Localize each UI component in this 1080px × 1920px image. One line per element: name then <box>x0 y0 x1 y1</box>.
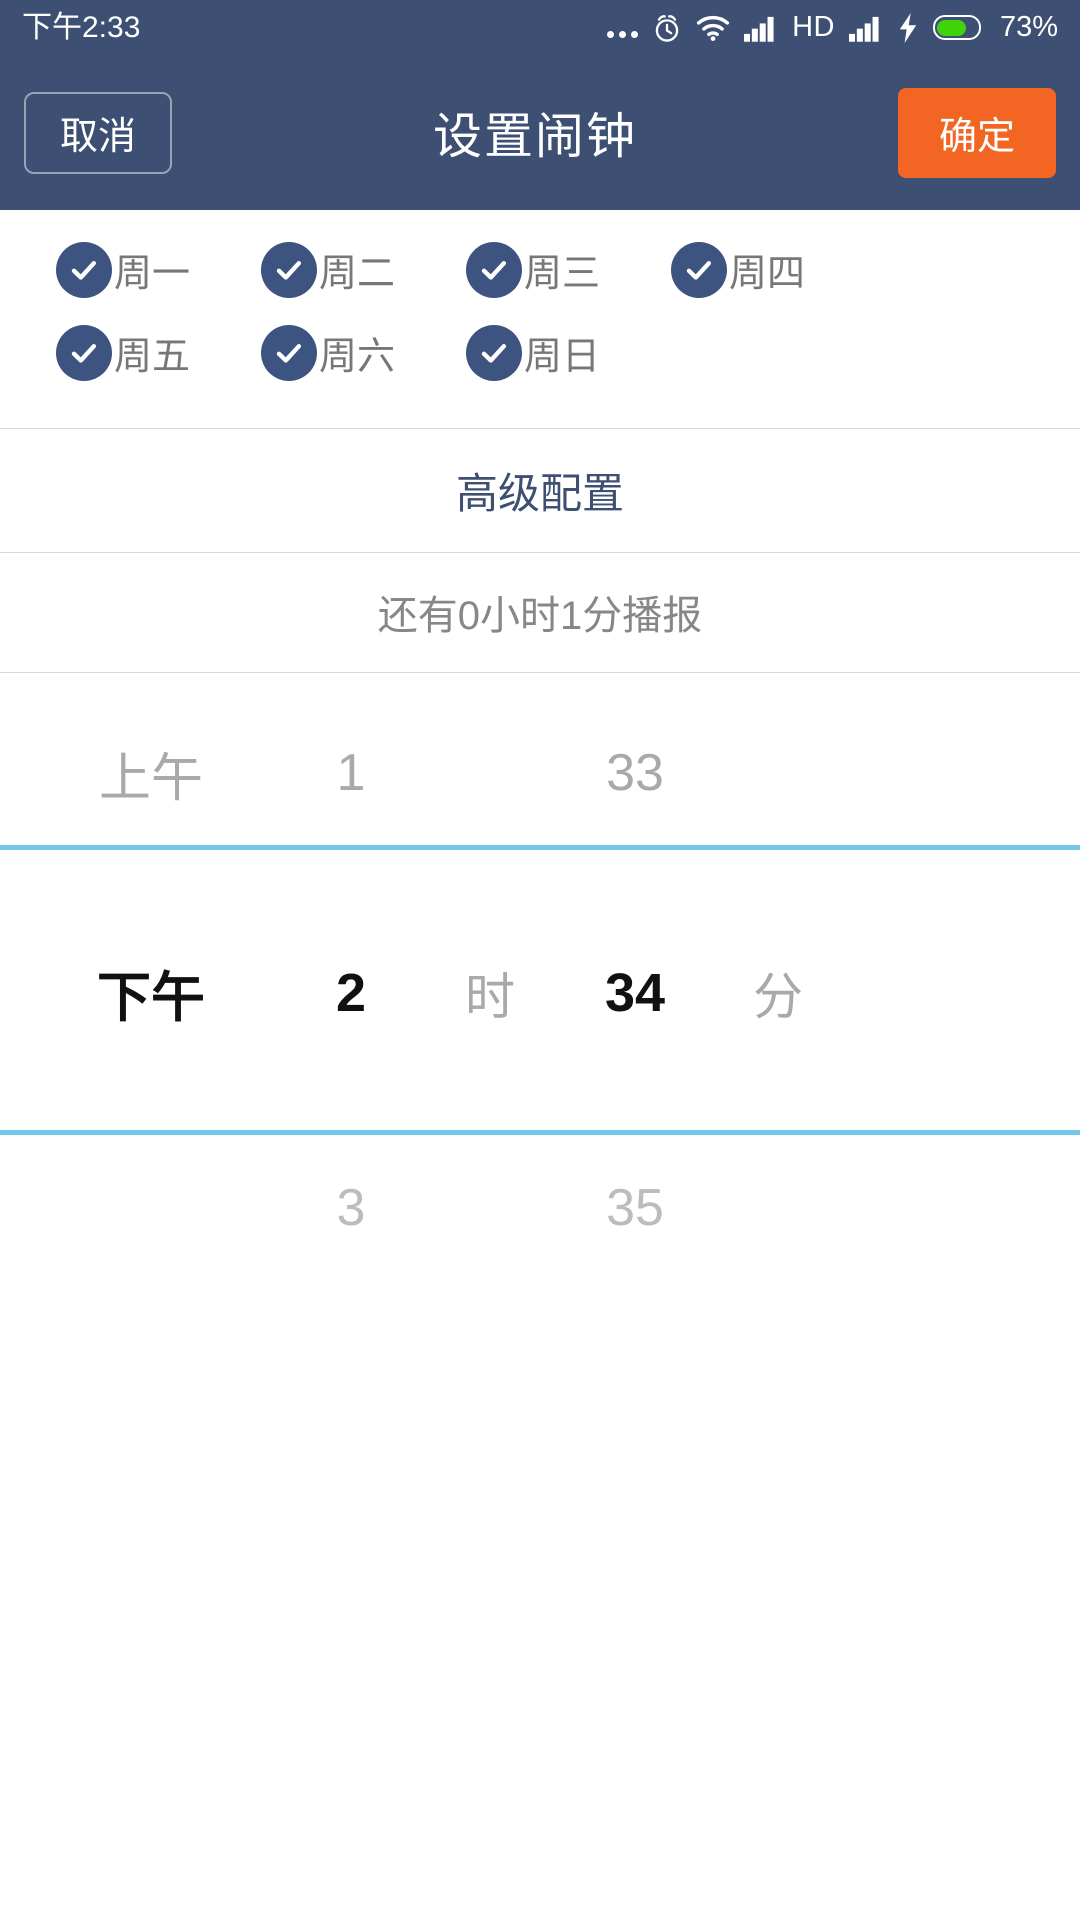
hd-icon: HD <box>792 11 835 43</box>
signal-bars-icon <box>744 14 778 42</box>
time-picker[interactable]: 上午 1 33 下午 2 时 34 分 3 35 <box>0 672 1080 1302</box>
weekday-row: 周五 周六 周日 <box>0 311 1080 394</box>
picker-minute-unit-label: 分 <box>753 968 803 1025</box>
alarm-clock-icon <box>652 12 682 44</box>
confirm-button[interactable]: 确定 <box>898 87 1056 178</box>
weekday-item-sunday[interactable]: 周日 <box>410 324 615 381</box>
weekday-label: 周日 <box>524 336 601 378</box>
signal-bars-icon <box>848 14 883 42</box>
weekday-item-monday[interactable]: 周一 <box>0 241 205 298</box>
picker-minute-selected[interactable]: 34 <box>560 962 710 1024</box>
weekday-label: 周三 <box>524 253 601 295</box>
weekday-label: 周四 <box>729 253 806 295</box>
picker-hour-selected[interactable]: 2 <box>276 962 426 1024</box>
picker-ampm-above[interactable]: 上午 <box>46 736 256 811</box>
weekday-item-saturday[interactable]: 周六 <box>205 324 410 381</box>
picker-row-selected[interactable]: 下午 2 时 34 分 <box>0 850 1080 1135</box>
status-bar: 下午2:33 HD 73% <box>0 0 1080 55</box>
page-title: 设置闹钟 <box>432 110 637 164</box>
weekday-item-friday[interactable]: 周五 <box>0 324 205 381</box>
weekday-item-thursday[interactable]: 周四 <box>615 241 820 298</box>
weekday-label: 周一 <box>114 253 191 295</box>
picker-hour-unit-label: 时 <box>465 968 515 1025</box>
picker-hour-above[interactable]: 1 <box>276 743 426 803</box>
picker-minute-above[interactable]: 33 <box>560 743 710 803</box>
checkmark-icon[interactable] <box>466 324 522 381</box>
weekday-label: 周二 <box>319 253 396 295</box>
picker-row-above[interactable]: 上午 1 33 <box>0 700 1080 846</box>
picker-row-below[interactable]: 3 35 <box>0 1135 1080 1281</box>
checkmark-icon[interactable] <box>56 324 112 381</box>
weekday-row: 周一 周二 周三 周四 <box>0 228 1080 311</box>
app-header: 取消 设置闹钟 确定 <box>0 55 1080 210</box>
weekday-label: 周五 <box>114 336 191 378</box>
battery-percent-label: 73% <box>999 11 1058 43</box>
picker-hour-below[interactable]: 3 <box>276 1178 426 1238</box>
battery-fill <box>937 19 966 36</box>
checkmark-icon[interactable] <box>261 324 317 381</box>
weekday-item-tuesday[interactable]: 周二 <box>205 241 410 298</box>
weekday-item-wednesday[interactable]: 周三 <box>410 241 615 298</box>
weekday-selector: 周一 周二 周三 周四 周五 周六 周日 <box>0 210 1080 394</box>
checkmark-icon[interactable] <box>56 241 112 298</box>
cancel-button[interactable]: 取消 <box>24 91 172 174</box>
picker-minute-below[interactable]: 35 <box>560 1178 710 1238</box>
battery-icon <box>932 15 981 40</box>
countdown-label: 还有0小时1分播报 <box>377 594 703 638</box>
status-bar-icons: HD 73% <box>607 11 1058 44</box>
checkmark-icon[interactable] <box>466 241 522 298</box>
picker-ampm-selected[interactable]: 下午 <box>46 953 256 1032</box>
advanced-config-link[interactable]: 高级配置 <box>456 460 624 521</box>
advanced-config-row[interactable]: 高级配置 <box>0 428 1080 552</box>
checkmark-icon[interactable] <box>261 241 317 298</box>
status-bar-clock: 下午2:33 <box>22 11 141 44</box>
wifi-icon <box>696 14 730 42</box>
countdown-row: 还有0小时1分播报 <box>0 552 1080 672</box>
weekday-label: 周六 <box>319 336 396 378</box>
charging-bolt-icon <box>897 12 919 43</box>
checkmark-icon[interactable] <box>671 241 727 298</box>
more-dots-icon <box>607 14 639 42</box>
